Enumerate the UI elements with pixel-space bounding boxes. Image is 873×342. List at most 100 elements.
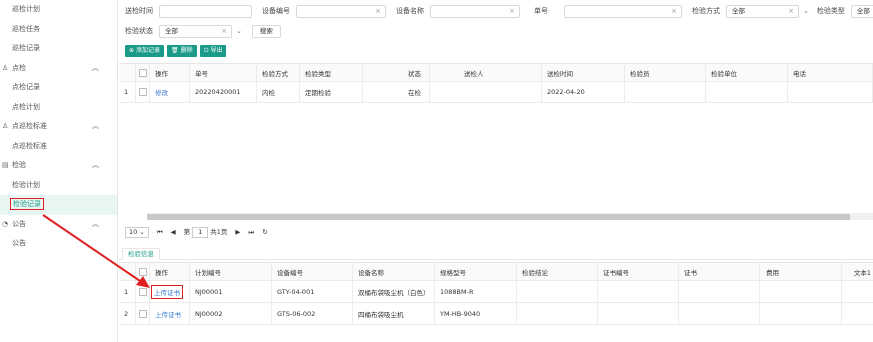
page-number-input[interactable]: 1	[192, 226, 209, 238]
sidebar-item-standard[interactable]: 点巡检标准	[0, 137, 117, 157]
column-header: 单号	[190, 64, 257, 81]
sidebar-item-verification-record[interactable]: 检验记录	[0, 195, 117, 215]
column-header: 送检人	[430, 64, 542, 81]
device-name-cell: 四桶布袋吸尘机	[353, 303, 435, 324]
method-select[interactable]: 全部 ×	[726, 4, 799, 18]
select-all-checkbox[interactable]	[139, 267, 147, 276]
sidebar-group-spot-check[interactable]: ♙ 点检 ︽	[0, 59, 117, 79]
chevron-down-icon[interactable]: ⌄	[803, 7, 809, 15]
sidebar-item-label: 巡检任务	[12, 24, 40, 33]
filter-label: 检验状态	[125, 27, 153, 35]
first-page-icon[interactable]: ⏮︎	[157, 228, 163, 237]
delete-button[interactable]: 🗑︎ 删除	[167, 45, 197, 57]
type-select[interactable]: 全部	[850, 4, 873, 18]
sidebar-group-label: 点检	[12, 63, 26, 72]
device-name-input[interactable]: ×	[430, 4, 520, 18]
page-size-value: 10	[129, 228, 138, 236]
clear-icon[interactable]: ×	[221, 26, 227, 37]
horizontal-scrollbar-thumb[interactable]	[147, 213, 850, 220]
next-page-icon[interactable]: ▶	[235, 228, 240, 236]
tab-inspection-info[interactable]: 检验信息	[122, 248, 160, 260]
sidebar-group-label: 检验	[12, 161, 26, 169]
row-index: 2	[119, 303, 136, 324]
sidebar-item-label: 点检计划	[12, 102, 40, 111]
plus-circle-icon: ⊕	[129, 47, 135, 54]
sidebar-group-verification[interactable]: ▤ 检验 ︽	[0, 156, 117, 176]
sidebar-item-notice[interactable]: 公告	[0, 234, 117, 254]
pagination: 10 ⌄ ⏮︎ ◀ 第 1 共1页 ▶ ⏭︎ ↻	[125, 226, 268, 238]
last-page-icon[interactable]: ⏭︎	[248, 228, 254, 237]
chevron-up-icon: ︽	[92, 63, 99, 72]
prev-page-icon[interactable]: ◀	[171, 228, 176, 236]
sidebar-group-standard[interactable]: ♙ 点巡检标准 ︽	[0, 117, 117, 137]
records-table: 操作 单号 检验方式 检验类型 状态 送检人 送检时间 检验员 检验单位 电话 …	[119, 63, 873, 213]
sidebar-item-label: 检验计划	[12, 180, 40, 189]
action-cell: 修改	[150, 82, 190, 102]
chevron-down-icon: ⌄	[139, 228, 145, 236]
column-header: 计划编号	[190, 263, 272, 280]
sidebar-item-verification-plan[interactable]: 检验计划	[0, 176, 117, 196]
type-cell: 定期检验	[300, 82, 363, 102]
unit-cell	[706, 82, 788, 102]
chevron-up-icon: ︽	[92, 122, 99, 130]
row-checkbox[interactable]	[139, 88, 147, 96]
upload-certificate-link[interactable]: 上传证书	[155, 309, 181, 319]
edit-link[interactable]: 修改	[155, 87, 168, 97]
export-icon: ⏻	[203, 47, 209, 54]
row-checkbox[interactable]	[139, 309, 147, 318]
person-icon: ♙	[2, 63, 9, 72]
table-row[interactable]: 1 修改 20220420001 内检 定期检验 在检 2022-04-20	[119, 82, 873, 103]
table-row[interactable]: 2 上传证书 NJ00002 GTS-06-002 四桶布袋吸尘机 YM-HB-…	[119, 303, 873, 325]
sidebar-item-inspection-plan[interactable]: 巡检计划	[0, 0, 117, 20]
select-all-checkbox[interactable]	[139, 68, 147, 77]
clear-icon[interactable]: ×	[788, 6, 794, 17]
row-checkbox[interactable]	[139, 287, 147, 296]
sidebar-group-label: 点巡检标准	[12, 122, 47, 130]
status-cell: 在检	[363, 82, 430, 102]
clear-icon[interactable]: ×	[671, 6, 677, 17]
filter-row: 送检时间 设备编号 × 设备名称 × 单号 × 检验方式 全部 × ⌄ 检验类型 …	[125, 4, 873, 18]
send-time-input[interactable]	[159, 4, 252, 18]
chevron-down-icon[interactable]: ⌄	[236, 27, 242, 35]
device-no-input[interactable]: ×	[296, 4, 386, 18]
row-select-cell	[136, 281, 150, 302]
column-header: 送检时间	[542, 64, 625, 81]
action-cell: 上传证书	[150, 281, 190, 302]
sidebar-item-inspection-record[interactable]: 巡检记录	[0, 39, 117, 59]
column-header: 规格型号	[435, 263, 517, 280]
table-row[interactable]: 1 上传证书 NJ00001 GTY-04-001 双桶布袋吸尘机（白色） 10…	[119, 281, 873, 303]
column-header: 检验类型	[300, 64, 363, 81]
table-header-row: 操作 单号 检验方式 检验类型 状态 送检人 送检时间 检验员 检验单位 电话	[119, 64, 873, 82]
index-header	[119, 64, 136, 81]
sidebar-item-label: 检验记录	[10, 198, 44, 210]
sidebar-item-spot-record[interactable]: 点检记录	[0, 78, 117, 98]
row-select-cell	[136, 82, 150, 102]
conclusion-cell	[517, 303, 598, 324]
export-button[interactable]: ⏻ 导出	[199, 45, 227, 57]
sidebar-item-inspection-task[interactable]: 巡检任务	[0, 20, 117, 40]
refresh-icon[interactable]: ↻	[262, 228, 267, 236]
select-value: 全部	[732, 6, 745, 15]
sidebar-item-spot-plan[interactable]: 点检计划	[0, 98, 117, 118]
filter-label: 检验类型	[816, 7, 845, 15]
person-icon: ♙	[2, 122, 9, 130]
fee-cell	[760, 281, 842, 302]
status-select[interactable]: 全部 ×	[159, 24, 232, 38]
action-cell: 上传证书	[150, 303, 190, 324]
sidebar-group-notice[interactable]: ◔ 公告 ︽	[0, 215, 117, 235]
column-header: 检验单位	[706, 64, 788, 81]
device-no-cell: GTS-06-002	[272, 303, 353, 324]
order-no-input[interactable]: ×	[564, 4, 682, 18]
detail-tabbar: 检验信息	[119, 246, 873, 260]
search-button[interactable]: 搜索	[251, 24, 281, 38]
add-record-button[interactable]: ⊕ 添加记录	[125, 45, 165, 57]
device-name-cell: 双桶布袋吸尘机（白色）	[353, 281, 435, 302]
clear-icon[interactable]: ×	[375, 6, 381, 17]
clear-icon[interactable]: ×	[509, 6, 515, 17]
column-header: 文本1	[853, 268, 871, 277]
order-no-cell: 20220420001	[190, 82, 257, 102]
row-index: 1	[119, 281, 136, 302]
upload-certificate-link[interactable]: 上传证书	[151, 284, 183, 299]
filter-label: 送检时间	[125, 7, 153, 15]
page-size-select[interactable]: 10 ⌄	[125, 226, 149, 238]
